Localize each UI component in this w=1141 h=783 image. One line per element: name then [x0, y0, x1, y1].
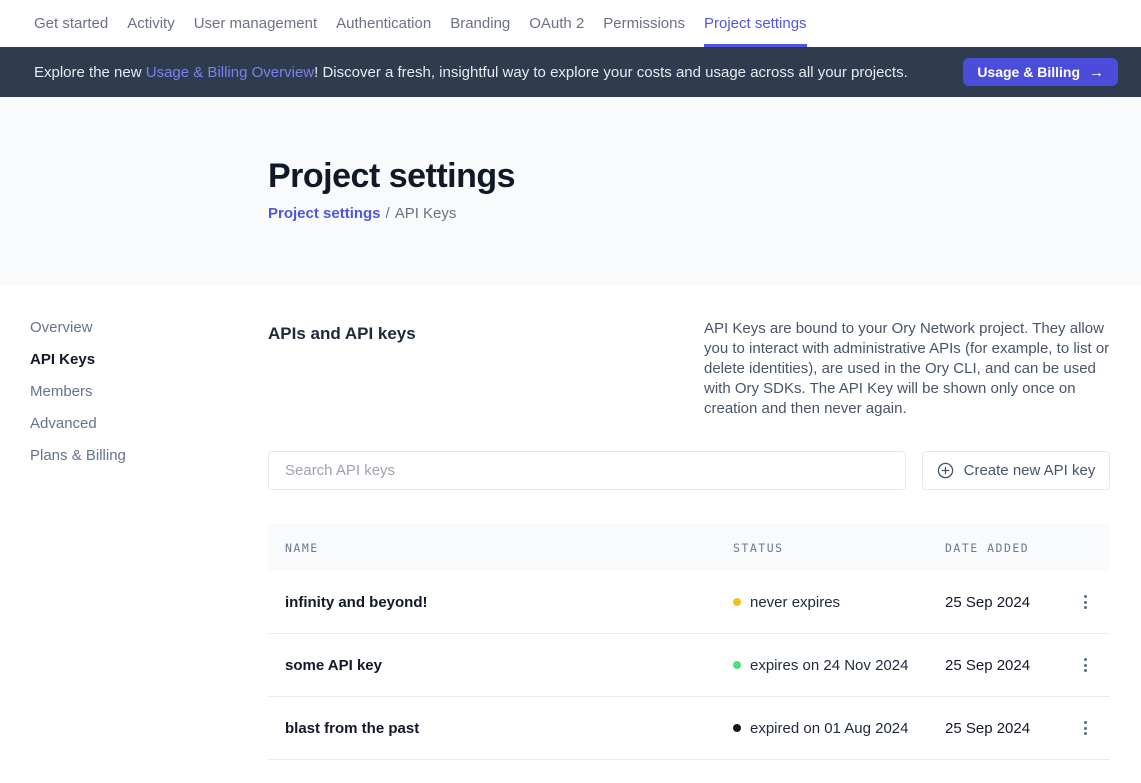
banner-message: Explore the new Usage & Billing Overview… — [34, 64, 908, 81]
sidebar-item-plans-billing[interactable]: Plans & Billing — [30, 447, 268, 465]
column-header-status: STATUS — [733, 541, 945, 555]
sidebar-item-members[interactable]: Members — [30, 383, 268, 401]
plus-circle-icon — [937, 462, 954, 479]
tab-user-management[interactable]: User management — [194, 0, 317, 47]
api-key-name: infinity and beyond! — [268, 594, 733, 611]
api-keys-table: NAME STATUS DATE ADDED infinity and beyo… — [268, 524, 1110, 760]
row-actions-button[interactable] — [1076, 652, 1095, 678]
api-key-status: expires on 24 Nov 2024 — [750, 657, 908, 674]
settings-sidebar: Overview API Keys Members Advanced Plans… — [0, 285, 268, 760]
status-dot-icon — [733, 598, 741, 606]
sidebar-item-overview[interactable]: Overview — [30, 319, 268, 337]
breadcrumb-separator: / — [386, 205, 390, 222]
api-key-name: some API key — [268, 657, 733, 674]
row-actions-button[interactable] — [1076, 715, 1095, 741]
create-api-key-label: Create new API key — [964, 462, 1096, 479]
api-key-date-added: 25 Sep 2024 — [945, 720, 1060, 737]
sidebar-item-advanced[interactable]: Advanced — [30, 415, 268, 433]
top-navigation: Get started Activity User management Aut… — [0, 0, 1141, 47]
kebab-menu-icon — [1084, 721, 1087, 735]
arrow-right-icon: → — [1089, 64, 1104, 81]
api-key-status: expired on 01 Aug 2024 — [750, 720, 908, 737]
kebab-menu-icon — [1084, 595, 1087, 609]
announcement-banner: Explore the new Usage & Billing Overview… — [0, 47, 1141, 97]
search-api-keys-input[interactable] — [268, 451, 906, 490]
usage-billing-button[interactable]: Usage & Billing → — [963, 58, 1118, 86]
sidebar-item-api-keys[interactable]: API Keys — [30, 351, 268, 369]
page-header: Project settings Project settings / API Ke… — [0, 97, 1141, 285]
api-key-date-added: 25 Sep 2024 — [945, 594, 1060, 611]
row-actions-button[interactable] — [1076, 589, 1095, 615]
tab-project-settings[interactable]: Project settings — [704, 0, 807, 47]
kebab-menu-icon — [1084, 658, 1087, 672]
api-keys-panel: APIs and API keys API Keys are bound to … — [268, 285, 1110, 760]
column-header-name: NAME — [268, 541, 733, 555]
column-header-date-added: DATE ADDED — [945, 541, 1060, 555]
api-key-date-added: 25 Sep 2024 — [945, 657, 1060, 674]
breadcrumb: Project settings / API Keys — [268, 205, 1141, 222]
api-key-name: blast from the past — [268, 720, 733, 737]
tab-permissions[interactable]: Permissions — [603, 0, 685, 47]
table-header-row: NAME STATUS DATE ADDED — [268, 524, 1110, 571]
tab-get-started[interactable]: Get started — [34, 0, 108, 47]
tab-activity[interactable]: Activity — [127, 0, 175, 47]
breadcrumb-parent-link[interactable]: Project settings — [268, 205, 381, 222]
section-title: APIs and API keys — [268, 319, 416, 419]
api-key-status: never expires — [750, 594, 840, 611]
banner-text-before: Explore the new — [34, 64, 146, 81]
tab-authentication[interactable]: Authentication — [336, 0, 431, 47]
api-key-row: infinity and beyond! never expires 25 Se… — [268, 571, 1110, 634]
tab-branding[interactable]: Branding — [450, 0, 510, 47]
status-dot-icon — [733, 724, 741, 732]
usage-billing-overview-link[interactable]: Usage & Billing Overview — [146, 64, 314, 81]
status-dot-icon — [733, 661, 741, 669]
banner-text-after: ! Discover a fresh, insightful way to ex… — [314, 64, 908, 81]
page-title: Project settings — [268, 157, 1141, 196]
section-description: API Keys are bound to your Ory Network p… — [704, 319, 1110, 419]
api-key-row: some API key expires on 24 Nov 2024 25 S… — [268, 634, 1110, 697]
breadcrumb-current: API Keys — [395, 205, 457, 222]
create-api-key-button[interactable]: Create new API key — [922, 451, 1110, 490]
usage-billing-button-label: Usage & Billing — [977, 64, 1080, 80]
tab-oauth2[interactable]: OAuth 2 — [529, 0, 584, 47]
api-key-row: blast from the past expired on 01 Aug 20… — [268, 697, 1110, 760]
